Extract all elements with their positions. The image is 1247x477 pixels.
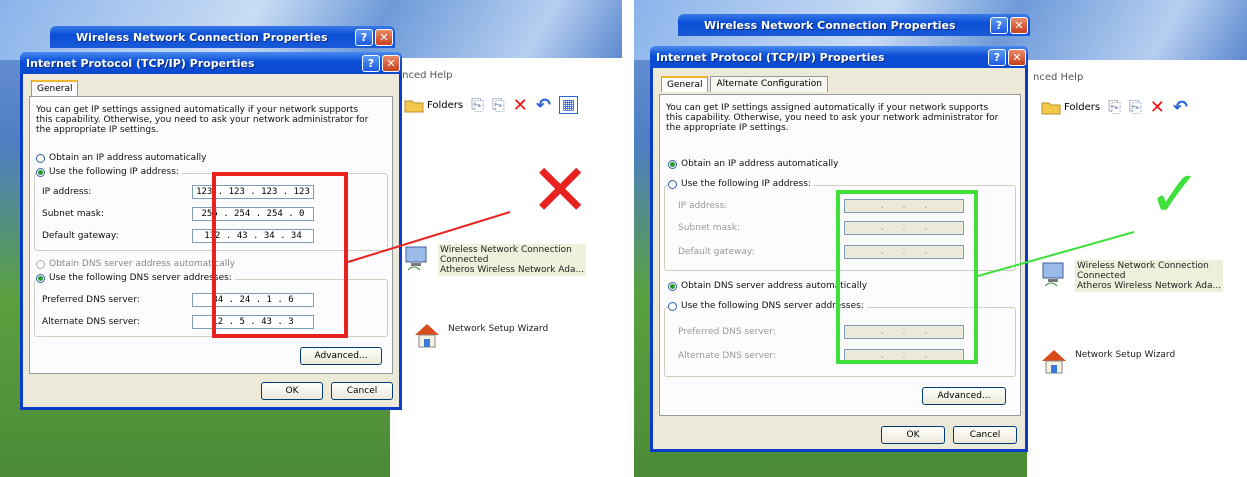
x-mark-icon: ✕ [530,148,591,232]
green-annotation-line [977,231,1135,277]
red-annotation-line [347,211,511,263]
left-screenshot: anced Help Folders ⎘ ⎘ ✕ ↶ ▦ Wireless Ne… [0,0,622,477]
check-mark-icon: ✓ [1148,158,1202,232]
right-screenshot: nced Help Folders ⎘ ⎘ ✕ ↶ Wireless Netwo… [634,0,1247,477]
